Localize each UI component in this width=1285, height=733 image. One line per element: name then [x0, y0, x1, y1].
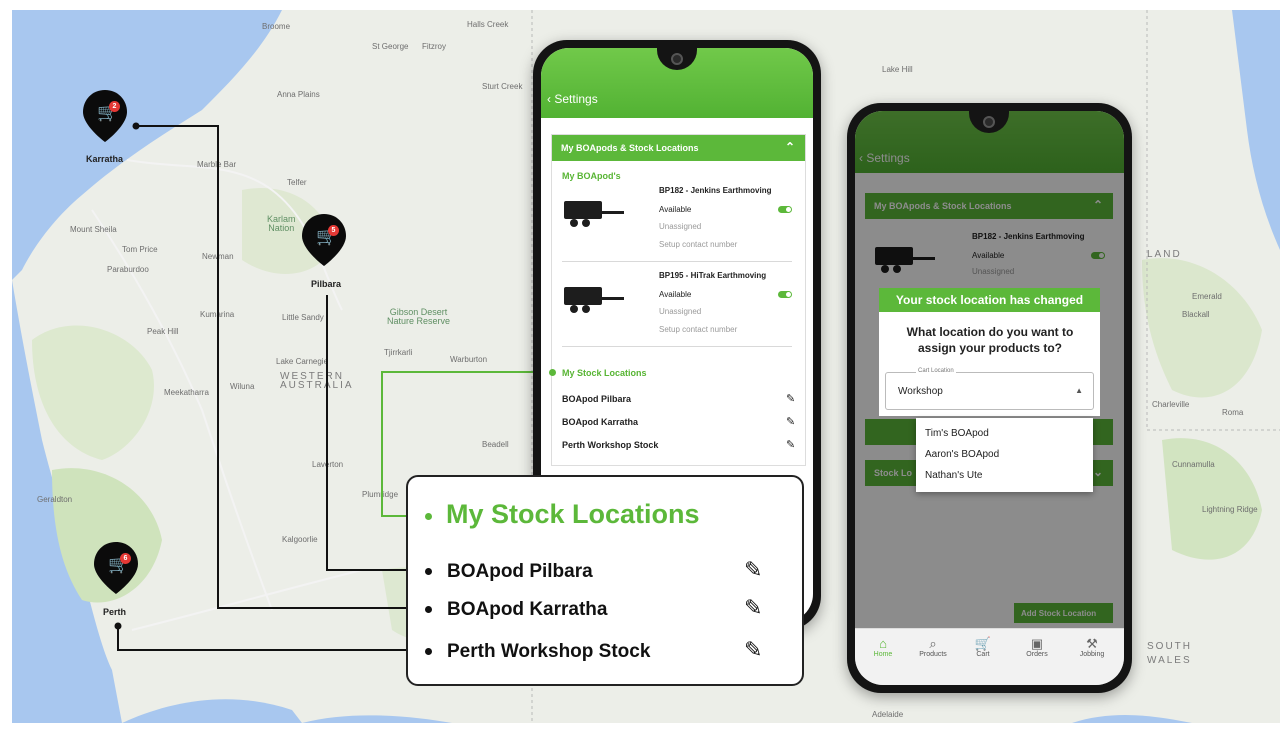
chevron-left-icon: ‹	[547, 92, 551, 106]
boapods-heading: My BOApod's	[562, 171, 621, 181]
dropdown-menu: Tim's BOApod Aaron's BOApod Nathan's Ute	[916, 418, 1093, 492]
tab-jobbing[interactable]: ⚒ Jobbing	[1069, 636, 1115, 659]
divider	[562, 346, 792, 347]
callout-bullet	[425, 568, 432, 575]
stock-location-item[interactable]: Perth Workshop Stock	[562, 440, 658, 450]
back-button[interactable]: ‹ Settings	[547, 92, 598, 106]
tab-products[interactable]: ⌕ Products	[911, 636, 955, 659]
pin-label-pilbara: Pilbara	[311, 279, 342, 289]
dialog-question: What location do you want to assign your…	[906, 325, 1074, 355]
boapod-assignment: Unassigned	[659, 222, 702, 231]
pin-badge: 5	[328, 225, 339, 236]
phone-screen: ‹ Settings My BOApods & Stock Locations …	[855, 111, 1124, 685]
callout-bullet	[425, 648, 432, 655]
edit-icon[interactable]: ✎	[744, 557, 762, 583]
connector-dot	[549, 369, 556, 376]
boapod-status: Available	[659, 205, 692, 214]
select-value: Workshop	[898, 386, 943, 397]
back-label: Settings	[554, 92, 598, 106]
section-title: My BOApods & Stock Locations	[561, 143, 699, 153]
tab-label: Orders	[1026, 651, 1048, 658]
tab-label: Home	[873, 651, 893, 658]
map-pin-karratha[interactable]: 🛒 2	[80, 88, 130, 144]
bottom-tab-bar: ⌂ Home ⌕ Products 🛒 Cart ▣ Orders ⚒ Jobbing	[855, 628, 1124, 685]
boapod-status: Available	[659, 290, 692, 299]
section-header[interactable]: My BOApods & Stock Locations ⌃	[552, 135, 805, 161]
dialog-title: Your stock location has changed	[879, 288, 1100, 312]
orders-icon: ▣	[1030, 636, 1044, 651]
pin-badge: 6	[120, 553, 131, 564]
callout-title: My Stock Locations	[446, 499, 700, 529]
callout-bullet	[425, 606, 432, 613]
pin-badge: 2	[109, 101, 120, 112]
availability-toggle[interactable]	[778, 206, 792, 213]
screenshot: Marble Bar Telfer Mount Sheila Tom Price…	[0, 0, 1285, 733]
stock-locations-callout: My Stock Locations BOApod Pilbara ✎ BOAp…	[406, 475, 804, 686]
map-pin-perth[interactable]: 🛒 6	[91, 540, 141, 596]
jobbing-icon: ⚒	[1086, 636, 1098, 651]
tab-home[interactable]: ⌂ Home	[861, 636, 905, 659]
stock-heading: My Stock Locations	[562, 368, 647, 378]
chevron-up-icon: ⌃	[784, 140, 795, 154]
tab-label: Jobbing	[1079, 651, 1105, 658]
pin-label-karratha: Karratha	[86, 154, 124, 164]
cart-location-select[interactable]: Cart Location Workshop ▲	[885, 368, 1094, 410]
tab-label: Cart	[976, 651, 990, 658]
setup-contact-link[interactable]: Setup contact number	[659, 240, 737, 249]
callout-item[interactable]: Perth Workshop Stock	[447, 641, 650, 663]
camera-icon	[671, 53, 683, 65]
divider	[562, 261, 792, 262]
settings-card: My BOApods & Stock Locations ⌃ My BOApod…	[551, 134, 806, 466]
caret-up-icon: ▲	[1075, 386, 1083, 395]
edit-icon[interactable]: ✎	[744, 595, 762, 621]
tab-cart[interactable]: 🛒 Cart	[961, 636, 1005, 659]
callout-item[interactable]: BOApod Pilbara	[447, 561, 593, 583]
callout-item[interactable]: BOApod Karratha	[447, 599, 607, 621]
setup-contact-link[interactable]: Setup contact number	[659, 325, 737, 334]
stock-location-item[interactable]: BOApod Karratha	[562, 417, 638, 427]
boapod-name: BP195 - HiTrak Earthmoving	[659, 271, 767, 280]
edit-icon[interactable]: ✎	[744, 637, 762, 663]
edit-icon[interactable]: ✎	[786, 438, 795, 451]
trailer-icon	[564, 201, 624, 227]
stock-location-dialog: Your stock location has changed What loc…	[879, 288, 1100, 416]
select-label: Cart Location	[916, 368, 956, 374]
trailer-icon	[564, 287, 624, 313]
cart-icon: 🛒	[974, 636, 992, 651]
tab-label: Products	[919, 651, 947, 658]
phone-dialog: ‹ Settings My BOApods & Stock Locations …	[847, 103, 1132, 693]
boapod-assignment: Unassigned	[659, 307, 702, 316]
stock-location-item[interactable]: BOApod Pilbara	[562, 394, 631, 404]
home-icon: ⌂	[879, 636, 887, 651]
tab-orders[interactable]: ▣ Orders	[1015, 636, 1059, 659]
availability-toggle[interactable]	[778, 291, 792, 298]
camera-icon	[983, 116, 995, 128]
dropdown-option[interactable]: Tim's BOApod	[925, 428, 989, 439]
dropdown-option[interactable]: Nathan's Ute	[925, 470, 983, 481]
edit-icon[interactable]: ✎	[786, 415, 795, 428]
pin-label-perth: Perth	[103, 607, 127, 617]
callout-bullet	[425, 513, 432, 520]
map-pin-pilbara[interactable]: 🛒 5	[299, 212, 349, 268]
dropdown-option[interactable]: Aaron's BOApod	[925, 449, 999, 460]
search-icon: ⌕	[929, 636, 937, 651]
edit-icon[interactable]: ✎	[786, 392, 795, 405]
boapod-name: BP182 - Jenkins Earthmoving	[659, 186, 772, 195]
